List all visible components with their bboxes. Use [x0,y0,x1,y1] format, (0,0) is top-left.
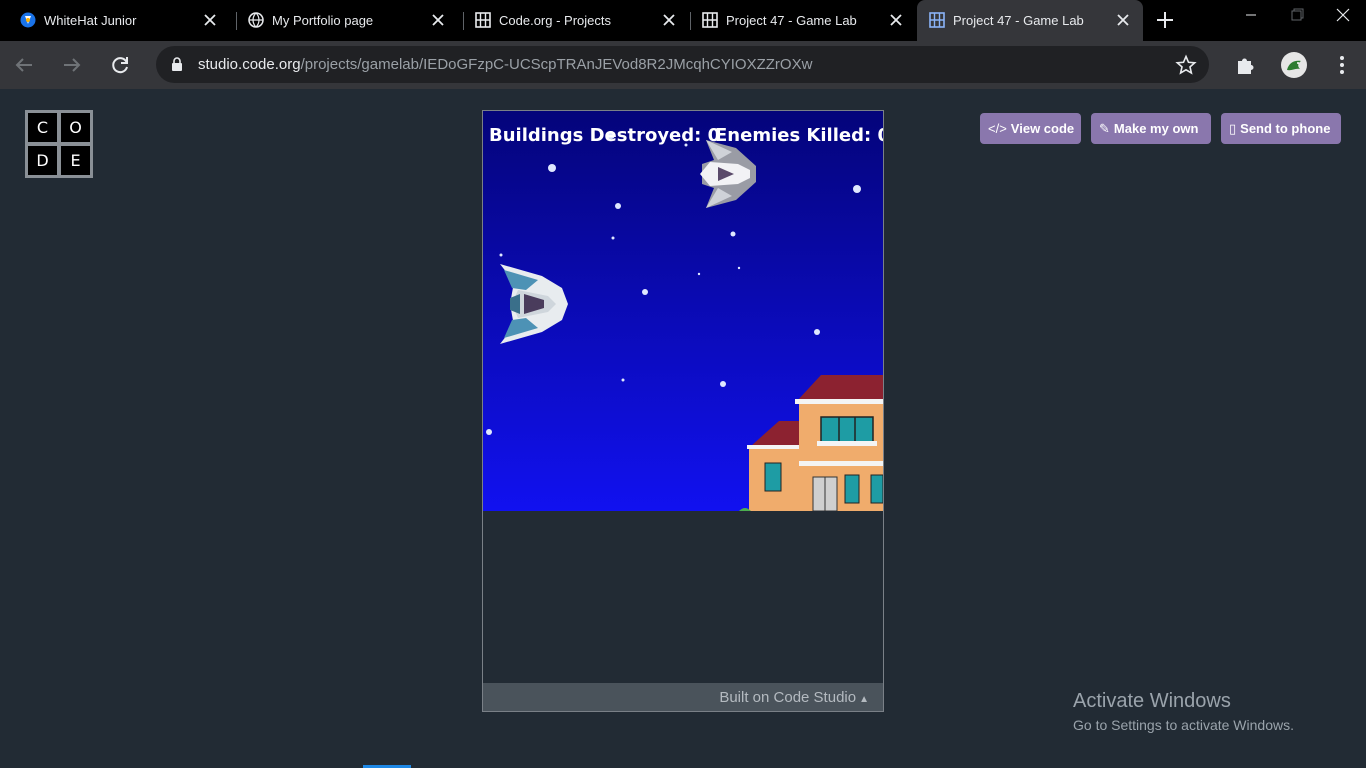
activate-windows-watermark: Activate Windows Go to Settings to activ… [1073,690,1294,733]
globe-icon [248,12,264,28]
star [853,185,861,193]
star [642,289,648,295]
new-tab-button[interactable] [1154,9,1176,31]
url-text[interactable]: studio.code.org/projects/gamelab/IEDoGFz… [198,56,812,73]
codeorg-grid-icon [702,12,718,28]
lock-icon[interactable] [170,57,184,72]
building-window [844,474,860,504]
profile-avatar[interactable] [1281,52,1307,78]
reload-icon[interactable] [108,53,132,77]
star [730,231,736,237]
star [615,203,621,209]
star [499,253,503,257]
address-bar[interactable]: studio.code.org/projects/gamelab/IEDoGFz… [156,46,1209,83]
building-ledge [817,441,877,446]
codeorg-grid-icon [929,12,945,28]
view-code-label: View code [1010,121,1075,136]
caret-up-icon: ▲ [859,694,869,705]
send-to-phone-button[interactable]: ▯ Send to phone [1221,113,1341,144]
star [720,381,726,387]
tab-title: Code.org - Projects [499,13,611,28]
make-my-own-button[interactable]: ✎ Make my own [1091,113,1211,144]
logo-letter: C [28,113,57,142]
star [697,272,701,276]
window-close-icon[interactable] [1332,6,1354,24]
close-icon[interactable] [428,10,448,30]
tab-my-portfolio[interactable]: My Portfolio page [236,0,458,41]
edit-icon: ✎ [1099,121,1110,136]
built-on-label: Built on Code Studio [719,689,857,706]
close-icon[interactable] [886,10,906,30]
tab-codeorg-projects[interactable]: Code.org - Projects [463,0,689,41]
tab-title: Project 47 - Game Lab [726,13,857,28]
tab-title: Project 47 - Game Lab [953,13,1084,28]
building-window [764,462,782,492]
more-menu-icon[interactable] [1331,53,1353,77]
game-canvas[interactable]: Buildings Destroyed: 0 Enemies Killed: 0 [483,111,883,511]
whitehat-icon [20,12,36,28]
building-ledge [747,445,803,449]
watermark-title: Activate Windows [1073,690,1231,712]
restore-icon[interactable] [1286,6,1308,24]
tab-project-47-active[interactable]: Project 47 - Game Lab [917,0,1143,41]
building-ledge [799,461,883,466]
game-frame: Buildings Destroyed: 0 Enemies Killed: 0… [482,110,884,712]
extensions-puzzle-icon[interactable] [1234,53,1258,77]
code-icon: </> [988,121,1007,136]
star [814,329,820,335]
back-arrow-icon[interactable] [12,53,36,77]
enemies-killed-score: Enemies Killed: 0 [715,125,883,146]
building-window [870,474,883,504]
bookmark-star-icon[interactable] [1175,54,1197,76]
profile-dragon-icon [1287,60,1301,71]
make-my-own-label: Make my own [1113,121,1199,136]
star [737,266,741,270]
watermark-subtitle: Go to Settings to activate Windows. [1073,717,1294,733]
star [486,429,492,435]
url-host: studio.code.org [198,56,301,73]
view-code-button[interactable]: </> View code [980,113,1081,144]
codeorg-grid-icon [475,12,491,28]
building-ledge [795,399,883,404]
star [621,378,625,382]
send-to-phone-label: Send to phone [1240,121,1331,136]
tab-title: My Portfolio page [272,13,374,28]
codeorg-logo[interactable]: C O D E [25,110,93,178]
star [548,164,556,172]
logo-letter: O [61,113,90,142]
forward-arrow-icon[interactable] [60,53,84,77]
close-icon[interactable] [1113,10,1133,30]
tab-strip: WhiteHat Junior My Portfolio page Code.o… [0,0,1366,41]
tab-project-47[interactable]: Project 47 - Game Lab [690,0,916,41]
star [611,236,615,240]
tab-title: WhiteHat Junior [44,13,137,28]
close-icon[interactable] [659,10,679,30]
browser-toolbar: studio.code.org/projects/gamelab/IEDoGFz… [0,41,1366,89]
minimize-icon[interactable] [1240,6,1262,24]
buildings-destroyed-score: Buildings Destroyed: 0 [489,125,720,146]
logo-letter: E [61,146,90,175]
building-balcony-window [820,416,874,446]
phone-icon: ▯ [1229,121,1237,136]
logo-letter: D [28,146,57,175]
built-on-code-studio-link[interactable]: Built on Code Studio ▲ [719,689,869,706]
tab-whitehat-junior[interactable]: WhiteHat Junior [8,0,230,41]
url-path: /projects/gamelab/IEDoGFzpC-UCScpTRAnJEV… [300,56,813,73]
footer-bar: Built on Code Studio ▲ [483,683,883,711]
close-icon[interactable] [200,10,220,30]
